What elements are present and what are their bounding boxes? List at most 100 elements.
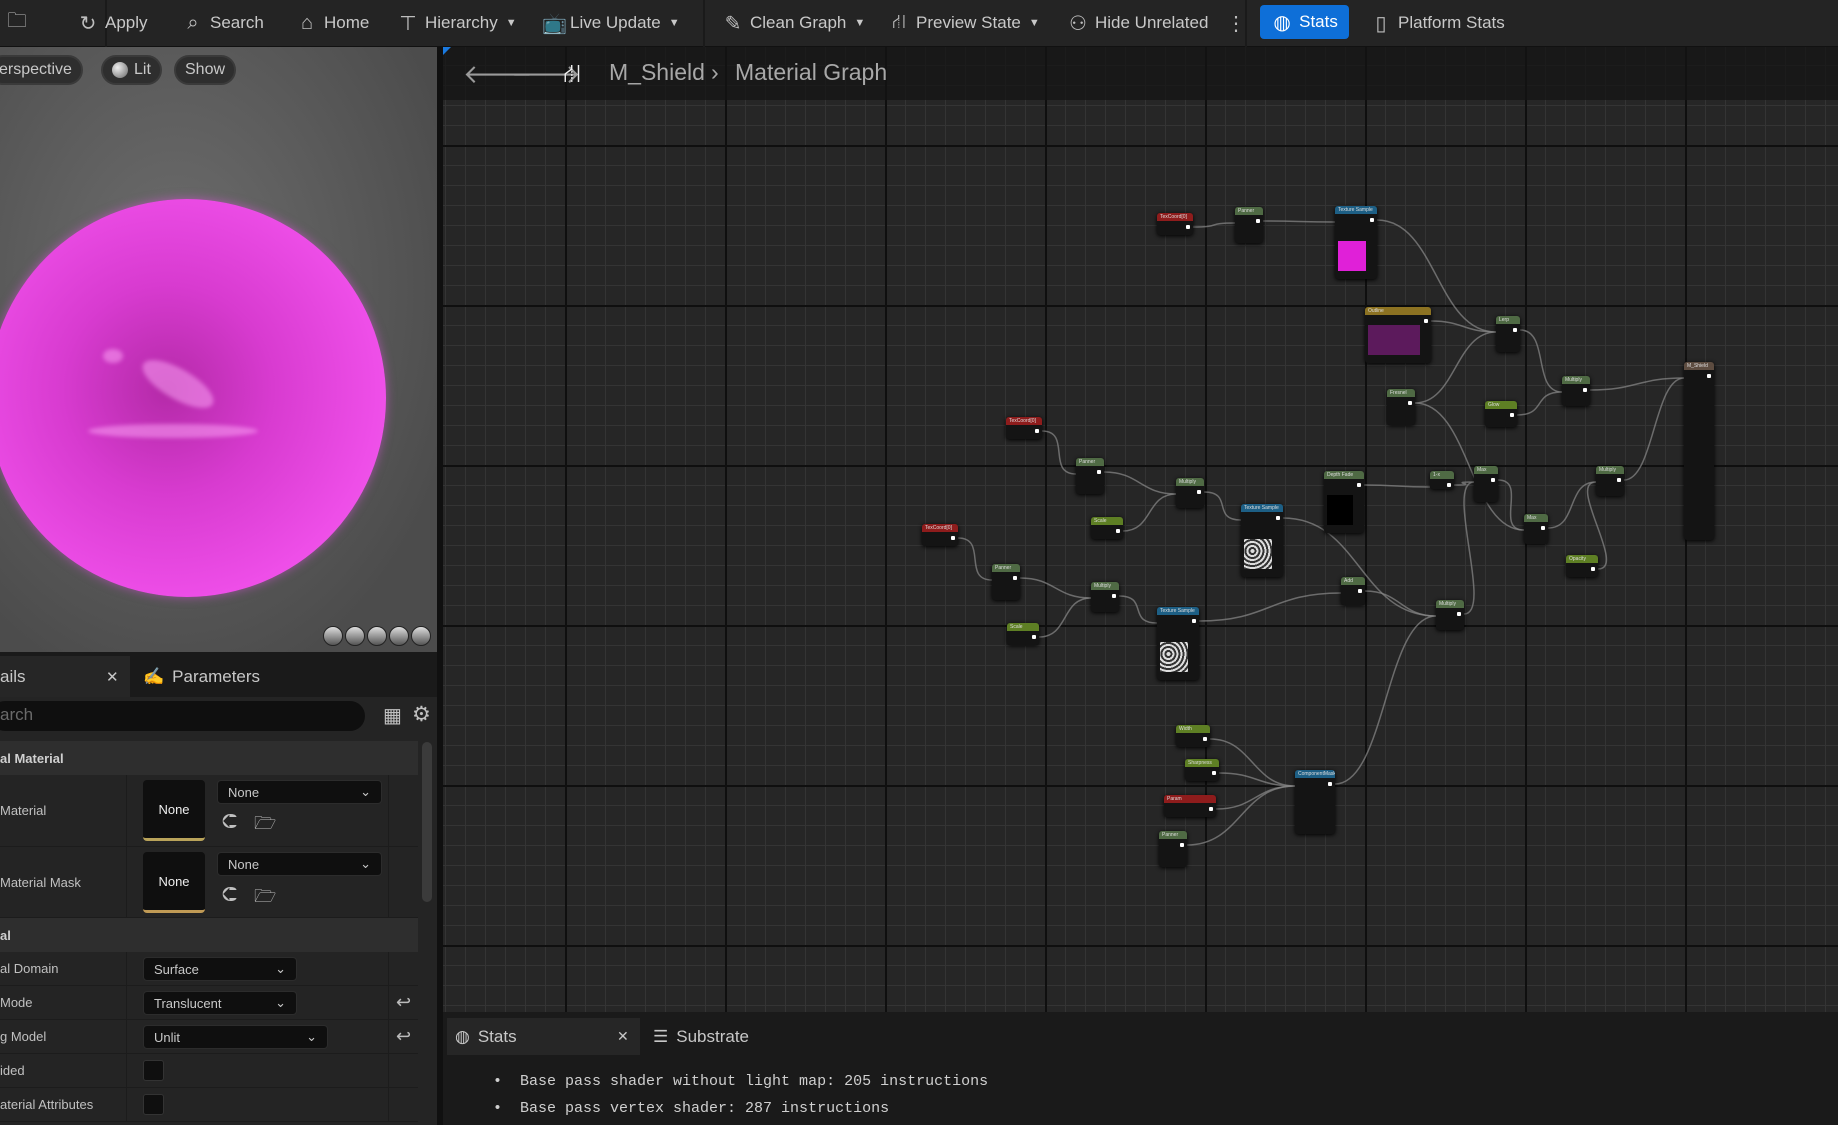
output-pin[interactable] [1116, 529, 1120, 533]
graph-node[interactable]: Multiply [1436, 600, 1464, 630]
tab-stats[interactable]: ◍ Stats ✕ [447, 1018, 640, 1055]
graph-node[interactable]: Fresnel [1387, 389, 1415, 425]
graph-node[interactable]: Param [1164, 795, 1216, 817]
graph-node[interactable]: Panner [1235, 207, 1263, 243]
graph-node[interactable]: Multiply [1562, 376, 1590, 406]
gear-icon[interactable]: ⚙ [412, 702, 431, 727]
output-pin[interactable] [1707, 374, 1711, 378]
graph-node[interactable]: Texture Sample [1157, 607, 1199, 680]
graph-node[interactable]: Multiply [1091, 582, 1119, 612]
graph-node[interactable]: Glow [1485, 401, 1517, 427]
output-pin[interactable] [1203, 737, 1207, 741]
clean-graph-button[interactable]: ✎ Clean Graph ▼ [722, 8, 866, 38]
live-update-button[interactable]: 📺 Live Update ▼ [542, 8, 680, 38]
graph-node[interactable]: Texture Sample [1335, 206, 1377, 279]
more-options-button[interactable]: ⋮ [1225, 8, 1247, 38]
two-sided-checkbox[interactable] [143, 1060, 164, 1081]
shading-model-dropdown[interactable]: Unlit ⌄ [143, 1025, 328, 1049]
output-pin[interactable] [1510, 413, 1514, 417]
graph-node[interactable]: Lerp [1496, 316, 1520, 352]
teapot-shape-icon[interactable] [411, 626, 431, 646]
output-pin[interactable] [1186, 225, 1190, 229]
output-pin[interactable] [1192, 619, 1196, 623]
graph-node[interactable]: Max [1474, 466, 1498, 502]
preview-state-button[interactable]: ⛙ Preview State ▼ [888, 8, 1040, 38]
output-pin[interactable] [1256, 219, 1260, 223]
output-pin[interactable] [1491, 478, 1495, 482]
output-pin[interactable] [1112, 594, 1116, 598]
output-pin[interactable] [951, 536, 955, 540]
asset-picker-dropdown[interactable]: None ⌄ [217, 852, 382, 876]
graph-node[interactable]: Max [1524, 514, 1548, 544]
use-selected-icon[interactable]: ⮈ [222, 884, 237, 907]
section-physical-material[interactable]: al Material [0, 741, 418, 775]
output-pin[interactable] [1370, 218, 1374, 222]
details-search-input[interactable]: arch [0, 701, 365, 731]
cylinder-shape-icon[interactable] [323, 626, 343, 646]
output-pin[interactable] [1197, 490, 1201, 494]
graph-node[interactable]: ComponentMask [1295, 770, 1335, 834]
plane-shape-icon[interactable] [367, 626, 387, 646]
output-pin[interactable] [1358, 589, 1362, 593]
blend-mode-dropdown[interactable]: Translucent ⌄ [143, 991, 297, 1015]
graph-node[interactable]: Sharpness [1185, 759, 1219, 781]
breadcrumb-asset[interactable]: M_Shield [609, 59, 705, 86]
graph-node[interactable]: Panner [992, 564, 1020, 600]
output-pin[interactable] [1209, 807, 1213, 811]
asset-thumbnail[interactable]: None [143, 780, 205, 841]
reset-to-default-icon[interactable]: ↩ [388, 1020, 418, 1053]
graph-node[interactable]: Texture Sample [1241, 504, 1283, 577]
graph-node[interactable]: Width [1176, 725, 1210, 747]
close-icon[interactable]: ✕ [617, 1028, 629, 1045]
sphere-shape-icon[interactable] [345, 626, 365, 646]
graph-node[interactable]: Add [1341, 577, 1365, 605]
graph-node[interactable]: TexCoord[0] [1157, 213, 1193, 235]
details-scrollbar[interactable] [422, 742, 432, 902]
search-button[interactable]: ⌕ Search [182, 8, 263, 38]
output-pin[interactable] [1424, 319, 1428, 323]
graph-node[interactable]: Multiply [1176, 478, 1204, 508]
graph-node[interactable]: Outline [1365, 307, 1431, 363]
graph-node[interactable]: Multiply [1596, 466, 1624, 496]
output-pin[interactable] [1035, 429, 1039, 433]
graph-node[interactable]: Scale [1007, 623, 1039, 645]
perspective-button[interactable]: erspective [0, 55, 83, 85]
graph-node[interactable]: M_Shield [1684, 362, 1714, 540]
browse-folder-icon[interactable]: 🗁 [254, 811, 276, 841]
output-pin[interactable] [1447, 483, 1451, 487]
apply-button[interactable]: ↻ Apply [77, 8, 148, 38]
material-attributes-checkbox[interactable] [143, 1094, 164, 1115]
output-pin[interactable] [1328, 782, 1332, 786]
output-pin[interactable] [1457, 612, 1461, 616]
show-button[interactable]: Show [174, 55, 237, 85]
table-view-icon[interactable]: ▦ [383, 703, 402, 728]
output-pin[interactable] [1180, 843, 1184, 847]
cube-shape-icon[interactable] [389, 626, 409, 646]
material-graph-canvas[interactable]: TexCoord[0] Panner Texture Sample Outline Le… [443, 47, 1838, 1012]
browse-folder-icon[interactable]: 🗁 [254, 884, 276, 914]
close-icon[interactable]: ✕ [106, 668, 119, 686]
tab-substrate[interactable]: ☰ Substrate [653, 1018, 749, 1055]
graph-node[interactable]: TexCoord[0] [922, 524, 958, 546]
graph-node[interactable]: Opacity [1566, 555, 1598, 577]
output-pin[interactable] [1032, 635, 1036, 639]
output-pin[interactable] [1583, 388, 1587, 392]
lit-button[interactable]: Lit [101, 55, 162, 85]
reset-to-default-icon[interactable]: ↩ [388, 986, 418, 1019]
section-material[interactable]: al [0, 918, 418, 952]
asset-picker-dropdown[interactable]: None ⌄ [217, 780, 382, 804]
material-domain-dropdown[interactable]: Surface ⌄ [143, 957, 297, 981]
output-pin[interactable] [1591, 567, 1595, 571]
output-pin[interactable] [1357, 483, 1361, 487]
preview-viewport[interactable]: erspective Lit Show [0, 47, 437, 652]
home-button[interactable]: ⌂ Home [296, 8, 369, 38]
output-pin[interactable] [1276, 516, 1280, 520]
browse-asset-button[interactable]: 🗀 [6, 8, 28, 38]
output-pin[interactable] [1097, 470, 1101, 474]
output-pin[interactable] [1617, 478, 1621, 482]
use-selected-icon[interactable]: ⮈ [222, 811, 237, 834]
hide-unrelated-button[interactable]: ⚇ Hide Unrelated [1067, 8, 1208, 38]
graph-node[interactable]: TexCoord[0] [1006, 417, 1042, 439]
platform-stats-button[interactable]: ▯ Platform Stats [1370, 8, 1504, 38]
tab-details[interactable]: ails ✕ [0, 656, 130, 697]
